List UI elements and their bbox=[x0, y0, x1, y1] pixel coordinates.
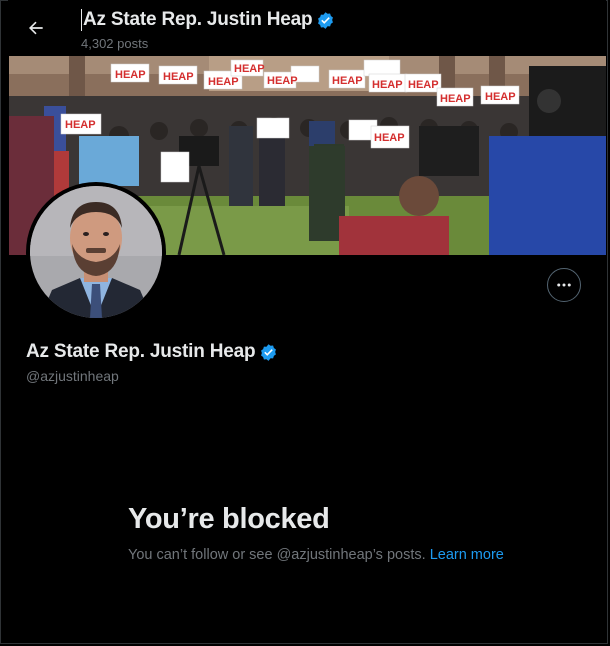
learn-more-link[interactable]: Learn more bbox=[430, 547, 504, 563]
banner-sign-11: HEAP bbox=[65, 119, 96, 131]
avatar-photo bbox=[30, 186, 162, 318]
verified-badge-icon[interactable] bbox=[316, 11, 335, 30]
banner-sign-3: HEAP bbox=[208, 76, 239, 88]
header-title: Az State Rep. Justin Heap bbox=[83, 9, 313, 30]
post-count: 4,302 posts bbox=[81, 36, 149, 51]
more-options-button[interactable] bbox=[547, 268, 581, 302]
banner-sign-5: HEAP bbox=[267, 75, 298, 87]
more-horizontal-icon bbox=[557, 283, 571, 287]
arrow-left-icon bbox=[29, 21, 43, 35]
profile-name-row: Az State Rep. Justin Heap bbox=[26, 341, 278, 363]
banner-sign-10: HEAP bbox=[485, 91, 516, 103]
profile-handle: @azjustinheap bbox=[26, 368, 119, 384]
blocked-message: You can’t follow or see @azjustinheap’s … bbox=[128, 545, 508, 566]
banner-sign-9: HEAP bbox=[440, 93, 471, 105]
banner-sign-12: HEAP bbox=[374, 132, 405, 144]
banner-sign-8: HEAP bbox=[408, 79, 439, 91]
avatar-ring bbox=[26, 182, 166, 322]
banner-sign-6: HEAP bbox=[332, 75, 363, 87]
banner-sign-7: HEAP bbox=[372, 79, 403, 91]
blocked-title: You’re blocked bbox=[128, 503, 330, 535]
banner-sign-4: HEAP bbox=[234, 63, 265, 75]
avatar[interactable] bbox=[30, 186, 162, 318]
back-button[interactable] bbox=[22, 14, 50, 42]
banner-sign-2: HEAP bbox=[163, 71, 194, 83]
banner-sign-1: HEAP bbox=[115, 69, 146, 81]
blocked-message-text: You can’t follow or see @azjustinheap’s … bbox=[128, 547, 426, 563]
verified-badge-icon[interactable] bbox=[259, 343, 278, 362]
top-bar: Az State Rep. Justin Heap 4,302 posts bbox=[8, 0, 606, 56]
profile-display-name: Az State Rep. Justin Heap bbox=[26, 341, 256, 362]
text-cursor bbox=[81, 9, 82, 31]
header-title-row: Az State Rep. Justin Heap bbox=[81, 9, 335, 31]
